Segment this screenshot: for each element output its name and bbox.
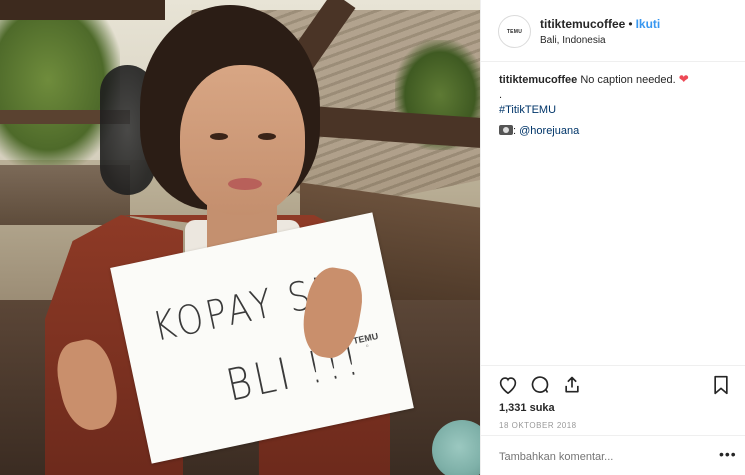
comment-bar: ••• [481, 435, 745, 475]
post-header: TEMU titiktemucoffee • Ikuti Bali, Indones… [481, 0, 745, 62]
hashtag-link[interactable]: #TitikTEMU [499, 103, 734, 118]
lips [228, 178, 262, 190]
instagram-post: KOPAY SIK BLI !!! TEMU ○ TEMU titiktemuco… [0, 0, 745, 475]
face [180, 65, 305, 215]
avatar-text: TEMU [506, 28, 523, 35]
eye [210, 133, 228, 140]
post-photo[interactable]: KOPAY SIK BLI !!! TEMU ○ [0, 0, 480, 475]
camera-icon [499, 125, 513, 135]
post-actions-section: 1,331 suka 18 OKTOBER 2018 [481, 365, 745, 430]
separator-dot: • [628, 17, 633, 31]
location-link[interactable]: Bali, Indonesia [540, 35, 606, 46]
username-link[interactable]: titiktemucoffee [540, 17, 625, 31]
eye [258, 133, 276, 140]
follow-button[interactable]: Ikuti [636, 17, 661, 31]
post-caption: titiktemucoffee No caption needed. ❤ . #… [499, 72, 734, 139]
likes-count[interactable]: 1,331 suka [499, 402, 555, 414]
bookmark-icon[interactable] [710, 374, 732, 396]
caption-text: No caption needed. [580, 74, 676, 86]
post-side-panel: TEMU titiktemucoffee • Ikuti Bali, Indones… [480, 0, 745, 475]
caption-line: titiktemucoffee No caption needed. ❤ [499, 72, 734, 88]
caption-username[interactable]: titiktemucoffee [499, 74, 577, 86]
action-bar [497, 374, 732, 396]
share-icon[interactable] [561, 374, 583, 396]
heart-icon[interactable] [497, 374, 519, 396]
post-date[interactable]: 18 OKTOBER 2018 [499, 421, 577, 430]
caption-dot: . [499, 89, 503, 101]
comment-input[interactable] [499, 451, 689, 463]
avatar[interactable]: TEMU [498, 15, 531, 48]
red-heart-icon: ❤ [678, 72, 689, 86]
credit-handle-link[interactable]: @horejuana [519, 125, 579, 137]
more-options-icon[interactable]: ••• [719, 446, 737, 462]
sign-logo: TEMU ○ [352, 330, 380, 350]
comment-icon[interactable] [529, 374, 551, 396]
header-user-row: titiktemucoffee • Ikuti [540, 17, 660, 31]
photo-credit-line: : @horejuana [499, 124, 734, 139]
